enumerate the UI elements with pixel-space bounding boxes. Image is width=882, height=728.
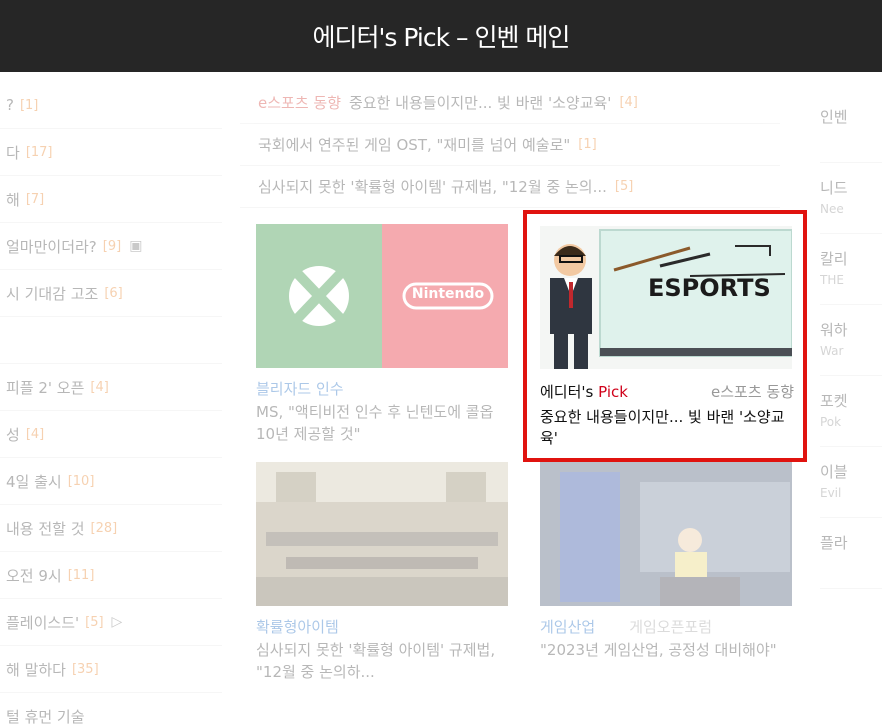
card-title: MS, "액티비전 인수 후 닌텐도에 콜옵 10년 제공할 것" [256, 403, 494, 443]
list-item[interactable]: 심사되지 못한 '확률형 아이템' 규제법, "12월 중 논의... [5] [240, 166, 780, 208]
card-thumbnail: Nintendo [256, 224, 508, 368]
editor-label: 에디터's [540, 383, 599, 401]
list-item[interactable]: 털 휴먼 기술 [0, 693, 222, 728]
esports-text: ESPORTS [648, 274, 771, 302]
card-title: 심사되지 못한 '확률형 아이템' 규제법, "12월 중 논의하... [256, 641, 496, 681]
list-item[interactable]: 칼리 THE [820, 234, 882, 305]
list-item[interactable]: 플라 [820, 518, 882, 589]
mid-news-list: e스포츠 동향 중요한 내용들이지만... 빛 바랜 '소양교육' [4] 국회에서… [240, 82, 780, 208]
list-item[interactable]: 워하 War [820, 305, 882, 376]
list-item[interactable]: 시 기대감 고조 [6] [0, 270, 222, 317]
card-category: e스포츠 동향 [711, 383, 794, 401]
list-item[interactable] [0, 317, 222, 364]
news-card[interactable]: Nintendo 블리자드 인수 MS, "액티비전 인수 후 닌텐도에 콜옵 … [256, 224, 508, 445]
card-category: 게임산업 게임오픈포럼 [540, 618, 713, 636]
pick-label: Pick [598, 383, 628, 401]
list-item[interactable]: ? [1] [0, 82, 222, 129]
highlighted-pick-card[interactable]: ESPORTS 에디터's Pick e스포츠 동향 중요한 내용들이지만...… [523, 210, 807, 462]
news-card[interactable]: 게임산업 게임오픈포럼 "2023년 게임산업, 공정성 대비해야" [540, 462, 792, 661]
title-bar: 에디터's Pick – 인벤 메인 [0, 0, 882, 72]
list-item[interactable]: 국회에서 연주된 게임 OST, "재미를 넘어 예술로" [1] [240, 124, 780, 166]
news-card[interactable]: 확률형아이템 심사되지 못한 '확률형 아이템' 규제법, "12월 중 논의하… [256, 462, 508, 683]
list-item[interactable]: 인벤 [820, 92, 882, 163]
list-item[interactable]: 해 [7] [0, 176, 222, 223]
list-item[interactable]: 이블 Evil [820, 447, 882, 518]
photo-icon: ▣ [129, 238, 143, 254]
list-item[interactable]: 피플 2' 오픈 [4] [0, 364, 222, 411]
right-news-list: 인벤 니드 Nee 칼리 THE 워하 War 포켓 Pok 이블 Evil 플라 [820, 92, 882, 589]
list-item[interactable]: 니드 Nee [820, 163, 882, 234]
list-item[interactable]: 4일 출시 [10] [0, 458, 222, 505]
card-category: 블리자드 인수 [256, 380, 344, 398]
left-news-list: ? [1] 다 [17] 해 [7] 얼마만이더라? [9] ▣ 시 기대감 고조 [6] … [0, 82, 222, 728]
card-thumbnail [540, 462, 792, 606]
esports-thumbnail: ESPORTS [540, 226, 792, 369]
pick-meta: 에디터's Pick e스포츠 동향 [540, 381, 794, 402]
list-item[interactable]: 다 [17] [0, 129, 222, 176]
list-item[interactable]: 내용 전할 것 [28] [0, 505, 222, 552]
nintendo-logo: Nintendo [411, 286, 485, 302]
card-thumbnail [256, 462, 508, 606]
list-item[interactable]: 얼마만이더라? [9] ▣ [0, 223, 222, 270]
play-icon: ▷ [111, 614, 123, 630]
list-item[interactable]: 해 말하다 [35] [0, 646, 222, 693]
list-item[interactable]: e스포츠 동향 중요한 내용들이지만... 빛 바랜 '소양교육' [4] [240, 82, 780, 124]
list-item[interactable]: 오전 9시 [11] [0, 552, 222, 599]
card-category: 확률형아이템 [256, 618, 339, 636]
card-title: "2023년 게임산업, 공정성 대비해야" [540, 641, 777, 659]
list-item[interactable]: 플레이스드' [5] ▷ [0, 599, 222, 646]
list-item[interactable]: 성 [4] [0, 411, 222, 458]
list-item[interactable]: 포켓 Pok [820, 376, 882, 447]
card-title: 중요한 내용들이지만... 빛 바랜 '소양교육' [540, 408, 785, 447]
page-title: 에디터's Pick – 인벤 메인 [312, 23, 571, 52]
